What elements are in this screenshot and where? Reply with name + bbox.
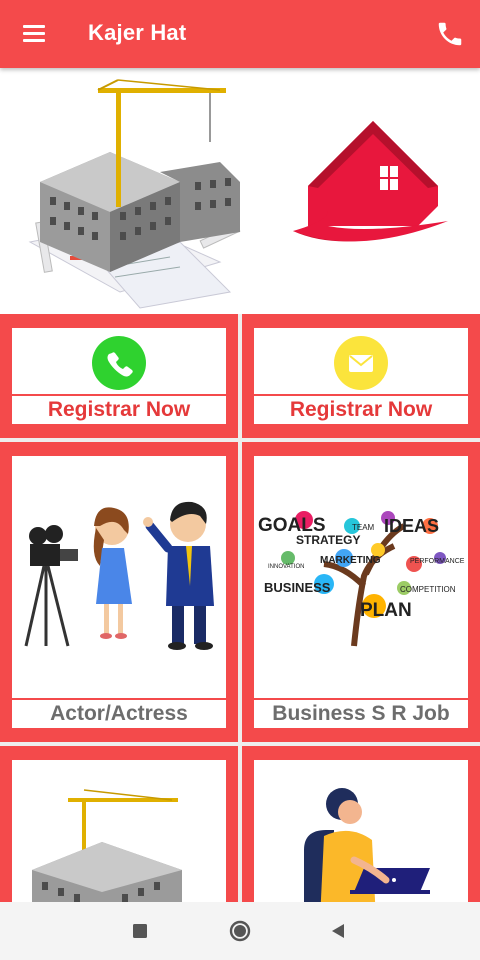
mail-icon bbox=[334, 336, 388, 390]
card-label: Registrar Now bbox=[254, 396, 468, 424]
system-nav-bar bbox=[0, 902, 480, 960]
word-business: BUSINESS bbox=[264, 580, 331, 595]
business-job-card[interactable]: GOALS STRATEGY TEAM IDEAS INNOVATION MAR… bbox=[242, 442, 480, 742]
card-label: Business S R Job bbox=[254, 700, 468, 728]
register-mail-card[interactable]: Registrar Now bbox=[242, 314, 480, 438]
card-image-area bbox=[12, 760, 226, 902]
back-button[interactable] bbox=[326, 919, 350, 943]
word-plan: PLAN bbox=[360, 600, 412, 621]
actor-actress-card[interactable]: Actor/Actress bbox=[0, 442, 238, 742]
app-bar: Kajer Hat bbox=[0, 0, 480, 68]
woman-laptop-illustration bbox=[304, 788, 430, 902]
actor-actress-illustration bbox=[24, 501, 214, 650]
card-image-area bbox=[254, 760, 468, 902]
card-image-area: GOALS STRATEGY TEAM IDEAS INNOVATION MAR… bbox=[254, 456, 468, 698]
word-marketing: MARKETING bbox=[320, 555, 381, 566]
app-title: Kajer Hat bbox=[88, 20, 187, 45]
recents-button[interactable] bbox=[128, 919, 152, 943]
word-performance: PERFORMANCE bbox=[410, 558, 465, 565]
word-innovation: INNOVATION bbox=[268, 564, 304, 570]
building-construction-image bbox=[28, 79, 241, 309]
word-ideas: IDEAS bbox=[384, 516, 439, 536]
register-call-card[interactable]: Registrar Now bbox=[0, 314, 238, 438]
phone-icon[interactable] bbox=[430, 14, 470, 54]
banner bbox=[0, 68, 480, 314]
menu-icon[interactable] bbox=[12, 14, 56, 54]
business-word-tree: GOALS STRATEGY TEAM IDEAS INNOVATION MAR… bbox=[258, 511, 465, 647]
card-icon-area bbox=[12, 328, 226, 394]
word-competition: COMPETITION bbox=[400, 585, 456, 594]
card-icon-area bbox=[254, 328, 468, 394]
card-label: Registrar Now bbox=[12, 396, 226, 424]
house-icon-image bbox=[293, 121, 448, 242]
card-label: Actor/Actress bbox=[12, 700, 226, 728]
freelancer-card[interactable] bbox=[242, 746, 480, 902]
category-grid: Registrar Now Registrar Now Actor/Actres… bbox=[0, 314, 480, 902]
word-strategy: STRATEGY bbox=[296, 533, 360, 547]
call-icon bbox=[92, 336, 146, 390]
construction-card[interactable] bbox=[0, 746, 238, 902]
card-image-area bbox=[12, 456, 226, 698]
word-team: TEAM bbox=[352, 523, 375, 532]
building-construction-thumbnail bbox=[32, 789, 182, 902]
home-button[interactable] bbox=[228, 919, 252, 943]
